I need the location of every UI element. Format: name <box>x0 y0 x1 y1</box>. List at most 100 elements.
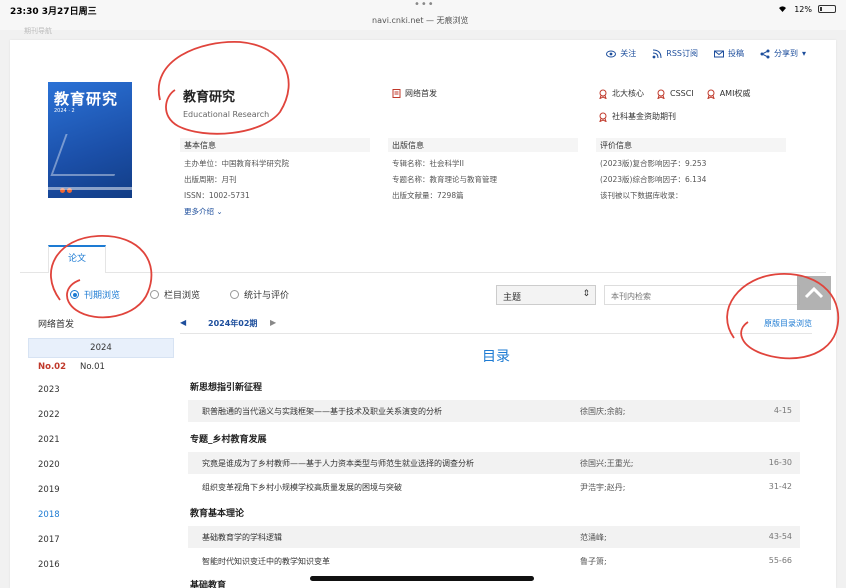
info-row: 专题名称：教育理论与教育管理 <box>392 175 497 184</box>
year-item[interactable]: 2021 <box>38 428 60 453</box>
journal-toolbar: 关注 RSS订阅 投稿 分享到 ▾ <box>606 48 806 59</box>
follow-label: 关注 <box>620 49 637 58</box>
network-first-label: 网络首发 <box>405 89 437 98</box>
radio-column-browse[interactable]: 栏目浏览 <box>150 288 200 301</box>
info-row: (2023版)复合影响因子：9.253 <box>600 159 707 168</box>
info-row: (2023版)综合影响因子：6.134 <box>600 175 707 184</box>
issue-nav: ◀ 2024年02期 ▶ 原版目录浏览 <box>180 318 812 335</box>
medal-icon <box>599 112 607 122</box>
article-pages: 16-30 <box>768 458 792 467</box>
badge-label: CSSCI <box>670 89 694 98</box>
toc-section-title: 基础教育 <box>190 581 227 588</box>
browser-menu-dots[interactable]: ••• <box>414 0 435 10</box>
tab-paper[interactable]: 论文 <box>48 245 106 273</box>
article-authors[interactable]: 鲁子箫; <box>580 556 607 567</box>
year-item[interactable]: 2016 <box>38 553 60 578</box>
article-pages: 31-42 <box>768 482 792 491</box>
tab-divider <box>20 272 826 273</box>
article-authors[interactable]: 徐国兴;王重光; <box>580 458 633 469</box>
network-first-link[interactable]: 网络首发 <box>392 88 437 99</box>
follow-button[interactable]: 关注 <box>606 48 636 59</box>
year-2024[interactable]: 2024 <box>28 338 174 358</box>
eval-info-heading: 评价信息 <box>596 138 786 152</box>
breadcrumb[interactable]: 期刊导航 <box>24 26 52 36</box>
toc-row[interactable]: 组织变革视角下乡村小规模学校高质量发展的困境与突破 尹浩宇;赵丹; 31-42 <box>188 476 800 498</box>
more-intro-label: 更多介绍 <box>184 207 214 216</box>
chevron-down-icon: ⌄ <box>216 207 223 216</box>
basic-info: 主办单位：中国教育科学研究院 出版周期：月刊 ISSN：1002-5731 更多… <box>184 156 289 220</box>
article-title[interactable]: 智能时代知识变迁中的教学知识变革 <box>202 556 330 567</box>
eye-icon <box>606 50 617 57</box>
more-intro-link[interactable]: 更多介绍 ⌄ <box>184 204 289 220</box>
year-item[interactable]: 2022 <box>38 403 60 428</box>
mail-icon <box>713 50 724 57</box>
badge-label: AMI权威 <box>719 89 751 98</box>
radio-label: 统计与评价 <box>244 291 290 301</box>
prev-issue-icon[interactable]: ◀ <box>180 318 186 327</box>
pub-info-heading: 出版信息 <box>388 138 578 152</box>
badge-label: 社科基金资助期刊 <box>612 112 676 121</box>
article-title[interactable]: 职普融通的当代涵义与实践框架——基于技术及职业关系演变的分析 <box>202 406 442 417</box>
basic-info-heading: 基本信息 <box>180 138 370 152</box>
article-authors[interactable]: 徐国庆;余韵; <box>580 406 625 417</box>
pub-info: 专辑名称：社会科学II 专题名称：教育理论与教育管理 出版文献量：7298篇 <box>392 156 497 204</box>
status-bar: 23:30 3月27日周三 ••• navi.cnki.net — 无痕浏览 1… <box>0 0 846 30</box>
toc-row[interactable]: 职普融通的当代涵义与实践框架——基于技术及职业关系演变的分析 徐国庆;余韵; 4… <box>188 400 800 422</box>
toc-row[interactable]: 智能时代知识变迁中的教学知识变革 鲁子箫; 55-66 <box>188 550 800 572</box>
rss-button[interactable]: RSS订阅 <box>652 48 698 59</box>
search-input[interactable]: 本刊内检索 <box>604 285 800 305</box>
article-authors[interactable]: 尹浩宇;赵丹; <box>580 482 625 493</box>
issue-current[interactable]: No.02 <box>38 362 66 372</box>
original-toc-link[interactable]: 原版目录浏览 <box>764 318 812 329</box>
battery-icon <box>818 5 836 13</box>
info-row: 出版文献量：7298篇 <box>392 191 464 200</box>
year-item[interactable]: 2017 <box>38 528 60 553</box>
journal-subtitle: Educational Research <box>183 110 270 119</box>
medal-icon <box>657 89 665 99</box>
toc-section-title: 教育基本理论 <box>190 509 245 519</box>
home-indicator[interactable] <box>310 576 534 581</box>
address-bar[interactable]: navi.cnki.net — 无痕浏览 <box>372 15 469 26</box>
share-button[interactable]: 分享到 ▾ <box>760 48 806 59</box>
journal-title: 教育研究 <box>183 90 236 105</box>
year-item[interactable]: 2019 <box>38 478 60 503</box>
toc-row[interactable]: 基础教育学的学科逻辑 范涌峰; 43-54 <box>188 526 800 548</box>
year-item[interactable]: 2023 <box>38 378 60 403</box>
cover-title: 教育研究 <box>54 90 119 108</box>
radio-dot <box>70 290 79 299</box>
radio-dot <box>150 290 160 299</box>
journal-cover[interactable]: 教育研究 2024 · 2 <box>48 82 132 198</box>
toc-title: 目录 <box>482 349 510 365</box>
cover-graphic <box>50 134 130 176</box>
year-item-selected[interactable]: 2018 <box>38 503 60 528</box>
next-issue-icon[interactable]: ▶ <box>270 318 276 327</box>
radio-stats[interactable]: 统计与评价 <box>230 288 289 301</box>
issue-other[interactable]: No.01 <box>80 362 105 372</box>
sidebar-network-first[interactable]: 网络首发 <box>38 317 74 330</box>
toc-section-title: 新思想指引新征程 <box>190 383 263 393</box>
submit-button[interactable]: 投稿 <box>713 48 744 59</box>
article-title[interactable]: 组织变革视角下乡村小规模学校高质量发展的困境与突破 <box>202 482 402 493</box>
article-title[interactable]: 究竟是谁成为了乡村教师——基于人力资本类型与师范生就业选择的调查分析 <box>202 458 474 469</box>
radio-issue-browse[interactable]: 刊期浏览 <box>70 288 120 301</box>
share-icon <box>760 49 770 58</box>
medal-icon <box>706 89 715 99</box>
badge-ami: AMI权威 <box>706 88 751 99</box>
info-row: 专辑名称：社会科学II <box>392 159 464 168</box>
radio-label: 刊期浏览 <box>84 291 121 301</box>
info-row: ISSN：1002-5731 <box>184 191 250 200</box>
article-title[interactable]: 基础教育学的学科逻辑 <box>202 532 282 543</box>
info-row: 该刊被以下数据库收录： <box>600 191 683 200</box>
info-row: 主办单位：中国教育科学研究院 <box>184 159 289 168</box>
toc-row[interactable]: 究竟是谁成为了乡村教师——基于人力资本类型与师范生就业选择的调查分析 徐国兴;王… <box>188 452 800 474</box>
year-item[interactable]: 2020 <box>38 453 60 478</box>
article-pages: 55-66 <box>768 556 792 565</box>
article-pages: 43-54 <box>768 532 792 541</box>
eval-info: (2023版)复合影响因子：9.253 (2023版)综合影响因子：6.134 … <box>600 156 706 204</box>
search-field-select[interactable]: 主题 ⇕ <box>496 285 596 305</box>
badge-fund: 社科基金资助期刊 <box>598 111 676 122</box>
article-authors[interactable]: 范涌峰; <box>580 532 607 543</box>
badge-label: 北大核心 <box>612 89 644 98</box>
back-to-top-button[interactable] <box>797 276 831 310</box>
share-label: 分享到 <box>773 49 798 58</box>
